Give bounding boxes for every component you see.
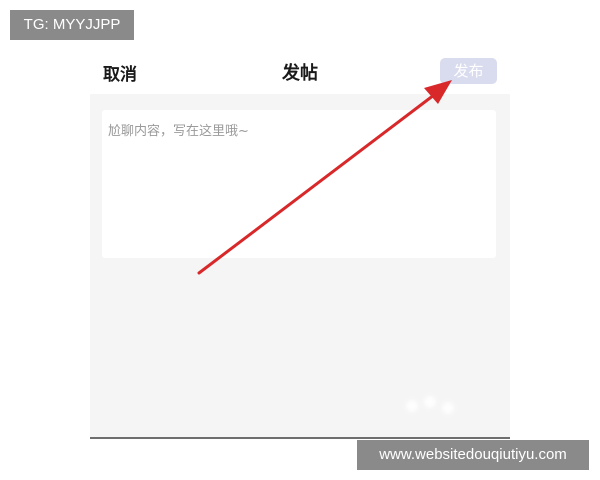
compose-area (90, 94, 510, 438)
post-content-input[interactable] (102, 110, 496, 258)
blurred-decoration (406, 394, 466, 416)
website-watermark-badge: www.websitedouqiutiyu.com (357, 440, 589, 470)
publish-button[interactable]: 发布 (440, 58, 497, 84)
post-header: 取消 发帖 发布 (90, 52, 510, 94)
tg-watermark-badge: TG: MYYJJPP (10, 10, 134, 40)
bottom-divider (90, 437, 510, 439)
